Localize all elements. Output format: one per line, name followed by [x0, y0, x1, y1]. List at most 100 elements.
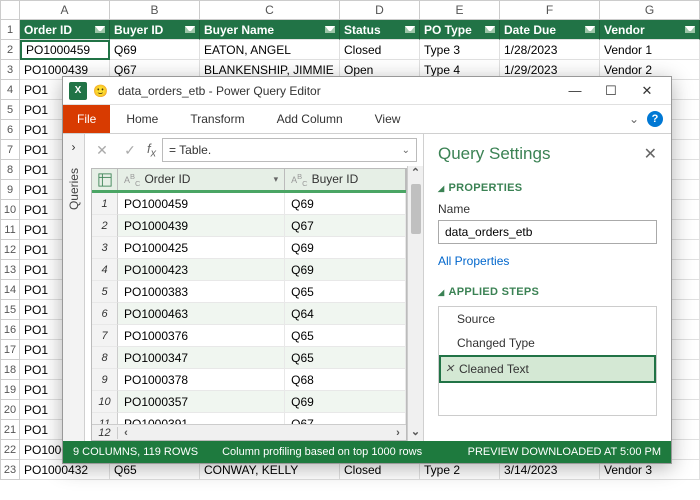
grid-cell[interactable]: PO1000347: [118, 347, 285, 369]
excel-row-number[interactable]: 10: [0, 200, 20, 220]
grid-cell[interactable]: Q65: [285, 347, 406, 369]
grid-row-number[interactable]: 8: [92, 347, 118, 369]
grid-cell[interactable]: PO1000378: [118, 369, 285, 391]
filter-dropdown-icon[interactable]: [685, 26, 695, 33]
excel-table-header[interactable]: Status: [340, 20, 420, 40]
excel-cell[interactable]: Type 3: [420, 40, 500, 60]
excel-col-header[interactable]: B: [110, 0, 200, 20]
tab-home[interactable]: Home: [110, 106, 174, 132]
excel-table-header[interactable]: Buyer Name: [200, 20, 340, 40]
excel-row-number[interactable]: 2: [0, 40, 20, 60]
excel-row-number[interactable]: 14: [0, 280, 20, 300]
grid-cell[interactable]: Q67: [285, 413, 406, 424]
excel-col-header[interactable]: [0, 0, 20, 20]
grid-cell[interactable]: Q69: [285, 259, 406, 281]
grid-row-number[interactable]: 3: [92, 237, 118, 259]
excel-row-number[interactable]: 15: [0, 300, 20, 320]
excel-table-header[interactable]: Vendor: [600, 20, 700, 40]
excel-row-number[interactable]: 11: [0, 220, 20, 240]
excel-row-number[interactable]: 5: [0, 100, 20, 120]
excel-row-number[interactable]: 21: [0, 420, 20, 440]
excel-row-number[interactable]: 23: [0, 460, 20, 480]
grid-cell[interactable]: Q65: [285, 325, 406, 347]
column-header-buyer-id[interactable]: ABCBuyer ID: [285, 169, 406, 190]
excel-cell[interactable]: Closed: [340, 40, 420, 60]
excel-row-number[interactable]: 13: [0, 260, 20, 280]
excel-col-header[interactable]: F: [500, 0, 600, 20]
grid-row-number[interactable]: 9: [92, 369, 118, 391]
grid-row-number[interactable]: 6: [92, 303, 118, 325]
excel-col-header[interactable]: A: [20, 0, 110, 20]
accept-formula-icon[interactable]: ✓: [119, 139, 141, 161]
expand-queries-icon[interactable]: ›: [72, 140, 76, 154]
excel-col-header[interactable]: E: [420, 0, 500, 20]
excel-table-header[interactable]: Order ID: [20, 20, 110, 40]
grid-cell[interactable]: PO1000383: [118, 281, 285, 303]
excel-row-number[interactable]: 4: [0, 80, 20, 100]
excel-row-number[interactable]: 1: [0, 20, 20, 40]
grid-row-number[interactable]: 10: [92, 391, 118, 413]
excel-col-header[interactable]: C: [200, 0, 340, 20]
formula-dropdown-icon[interactable]: ⌄: [402, 145, 410, 156]
vertical-scrollbar[interactable]: ⌃⌄: [407, 166, 423, 441]
grid-row-number[interactable]: 1: [92, 193, 118, 215]
excel-cell[interactable]: 1/28/2023: [500, 40, 600, 60]
grid-corner-icon[interactable]: [92, 169, 118, 190]
queries-pane-collapsed[interactable]: › Queries: [63, 134, 85, 441]
grid-row-number[interactable]: 2: [92, 215, 118, 237]
excel-cell[interactable]: Q69: [110, 40, 200, 60]
grid-cell[interactable]: PO1000459: [118, 193, 285, 215]
excel-col-header[interactable]: D: [340, 0, 420, 20]
excel-row-number[interactable]: 16: [0, 320, 20, 340]
close-settings-icon[interactable]: ✕: [644, 144, 657, 164]
close-button[interactable]: ✕: [629, 79, 665, 103]
excel-row-number[interactable]: 18: [0, 360, 20, 380]
excel-table-header[interactable]: PO Type: [420, 20, 500, 40]
excel-row-number[interactable]: 8: [0, 160, 20, 180]
all-properties-link[interactable]: All Properties: [438, 254, 657, 268]
column-header-order-id[interactable]: ABCOrder ID ▾: [118, 169, 285, 190]
maximize-button[interactable]: ☐: [593, 79, 629, 103]
excel-row-number[interactable]: 3: [0, 60, 20, 80]
grid-cell[interactable]: Q67: [285, 215, 406, 237]
tab-transform[interactable]: Transform: [174, 106, 260, 132]
excel-row-number[interactable]: 12: [0, 240, 20, 260]
excel-row-number[interactable]: 19: [0, 380, 20, 400]
feedback-icon[interactable]: 🙂: [93, 84, 108, 98]
filter-dropdown-icon[interactable]: [325, 26, 335, 33]
excel-table-header[interactable]: Date Due: [500, 20, 600, 40]
excel-row-number[interactable]: 7: [0, 140, 20, 160]
file-tab[interactable]: File: [63, 105, 110, 133]
horizontal-scrollbar[interactable]: 12 ‹›: [92, 424, 406, 440]
formula-input[interactable]: = Table. ⌄: [162, 138, 417, 162]
excel-row-number[interactable]: 9: [0, 180, 20, 200]
grid-row-number[interactable]: 11: [92, 413, 118, 424]
grid-cell[interactable]: PO1000391: [118, 413, 285, 424]
excel-cell[interactable]: PO1000459: [20, 40, 110, 60]
tab-view[interactable]: View: [359, 106, 417, 132]
filter-dropdown-icon[interactable]: [185, 26, 195, 33]
grid-cell[interactable]: Q65: [285, 281, 406, 303]
excel-row-number[interactable]: 17: [0, 340, 20, 360]
excel-col-header[interactable]: G: [600, 0, 700, 20]
filter-dropdown-icon[interactable]: [405, 26, 415, 33]
tab-add-column[interactable]: Add Column: [261, 106, 359, 132]
excel-row-number[interactable]: 20: [0, 400, 20, 420]
grid-cell[interactable]: Q69: [285, 391, 406, 413]
grid-cell[interactable]: PO1000423: [118, 259, 285, 281]
applied-step[interactable]: Changed Type: [439, 331, 656, 355]
grid-cell[interactable]: Q64: [285, 303, 406, 325]
filter-dropdown-icon[interactable]: [485, 26, 495, 33]
excel-table-header[interactable]: Buyer ID: [110, 20, 200, 40]
grid-cell[interactable]: PO1000376: [118, 325, 285, 347]
help-icon[interactable]: ?: [647, 111, 663, 127]
grid-cell[interactable]: Q69: [285, 237, 406, 259]
cancel-formula-icon[interactable]: ✕: [91, 139, 113, 161]
applied-step[interactable]: ✕Cleaned Text: [439, 355, 656, 383]
grid-cell[interactable]: Q68: [285, 369, 406, 391]
filter-dropdown-icon[interactable]: [95, 26, 105, 33]
excel-cell[interactable]: EATON, ANGEL: [200, 40, 340, 60]
grid-cell[interactable]: PO1000357: [118, 391, 285, 413]
grid-row-number[interactable]: 4: [92, 259, 118, 281]
grid-cell[interactable]: PO1000425: [118, 237, 285, 259]
